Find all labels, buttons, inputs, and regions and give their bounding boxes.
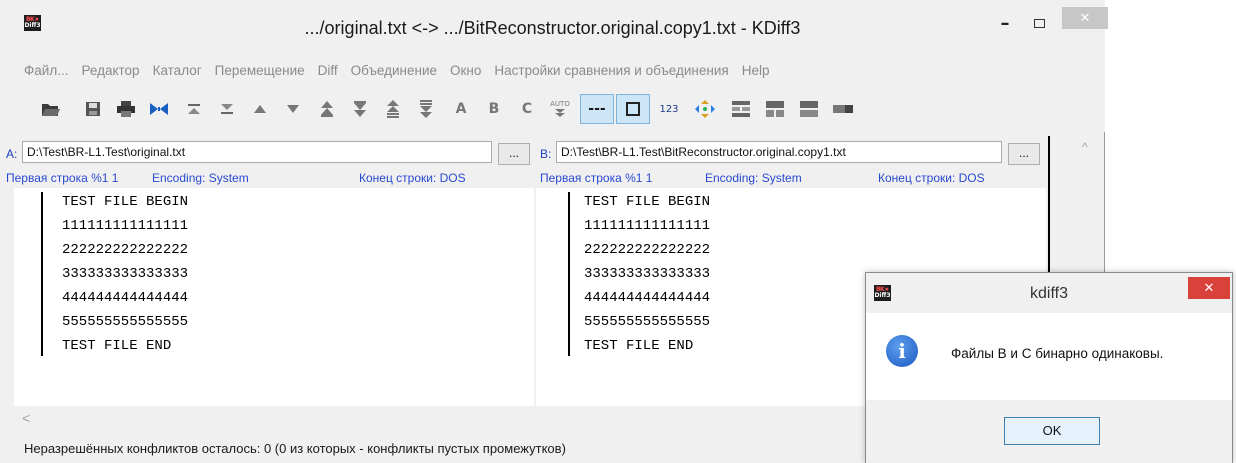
app-logo-icon: BK★ Diff3 [24, 15, 41, 31]
panel-b-line: 111111111111111 [584, 218, 711, 234]
menu-diff[interactable]: Diff [318, 63, 338, 78]
open-folder-icon[interactable] [38, 96, 64, 122]
dialog-title-bar[interactable]: BK★ Diff3 kdiff3 ✕ [866, 273, 1232, 313]
menu-movement[interactable]: Перемещение [215, 63, 305, 78]
line-numbers-icon[interactable]: 123 [656, 96, 682, 122]
panel-b-path-input[interactable]: D:\Test\BR-L1.Test\BitReconstructor.orig… [556, 141, 1002, 163]
bowtie-icon[interactable] [146, 96, 172, 122]
panel-b-encoding: Encoding: System [705, 171, 802, 185]
go-top-icon[interactable] [181, 96, 207, 122]
dialog-close-button[interactable]: ✕ [1188, 277, 1230, 299]
menu-edit[interactable]: Редактор [81, 63, 139, 78]
panel-a-line-end: Конец строки: DOS [359, 171, 466, 185]
print-icon[interactable] [113, 96, 139, 122]
panel-a-line: TEST FILE END [62, 338, 172, 354]
prev-unsolved-icon[interactable] [380, 96, 406, 122]
panel-a-line: TEST FILE BEGIN [62, 194, 189, 210]
panel-a-line: 444444444444444 [62, 290, 189, 306]
split-icon-3[interactable] [796, 96, 822, 122]
panel-a: A: D:\Test\BR-L1.Test\original.txt ... П… [6, 136, 534, 406]
prev-delta-icon[interactable] [247, 96, 273, 122]
panel-b-line-end: Конец строки: DOS [878, 171, 985, 185]
title-bar[interactable]: BK★ Diff3 .../original.txt <-> .../BitRe… [0, 0, 1108, 56]
panel-b-info-bar: Первая строка %1 1 Encoding: System Коне… [536, 168, 1046, 188]
menu-window[interactable]: Окно [450, 63, 481, 78]
panel-b-label: B: [540, 147, 552, 161]
panel-a-line: 111111111111111 [62, 218, 189, 234]
split-icon-1[interactable] [728, 96, 754, 122]
dialog-message: Файлы B и C бинарно одинаковы. [951, 346, 1164, 361]
info-dialog: BK★ Diff3 kdiff3 ✕ i Файлы B и C бинарно… [865, 272, 1233, 463]
panel-b-right-divider [1048, 136, 1050, 286]
next-delta-icon[interactable] [280, 96, 306, 122]
scroll-left-arrow-icon[interactable]: < [22, 410, 30, 426]
panel-a-line: 222222222222222 [62, 242, 189, 258]
panel-a-label: A: [6, 147, 18, 161]
panel-a-line: 555555555555555 [62, 314, 189, 330]
panel-b-gutter [568, 192, 570, 356]
next-conflict-icon[interactable] [347, 96, 373, 122]
dialog-title: kdiff3 [1030, 285, 1068, 302]
auto-label: AUTO [550, 100, 570, 108]
panel-b-line: 444444444444444 [584, 290, 711, 306]
window-title: .../original.txt <-> .../BitReconstructo… [304, 18, 801, 38]
save-icon[interactable] [80, 96, 106, 122]
menu-help[interactable]: Help [742, 63, 770, 78]
panel-a-path-input[interactable]: D:\Test\BR-L1.Test\original.txt [22, 141, 492, 163]
desktop: BK★ Diff3 .../original.txt <-> .../BitRe… [0, 0, 1236, 463]
split-icon-2[interactable] [762, 96, 788, 122]
minimize-button[interactable]: – [990, 8, 1020, 38]
panel-b-first-line: Первая строка %1 1 [540, 171, 653, 185]
prev-conflict-icon[interactable] [314, 96, 340, 122]
maximize-button[interactable] [1024, 8, 1054, 38]
panel-a-line: 333333333333333 [62, 266, 189, 282]
menu-settings[interactable]: Настройки сравнения и объединения [494, 63, 728, 78]
close-button[interactable]: ✕ [1062, 7, 1108, 29]
info-icon: i [886, 335, 918, 367]
ok-button[interactable]: OK [1004, 417, 1100, 445]
menu-file[interactable]: Файл... [24, 63, 68, 78]
maximize-icon [1033, 18, 1045, 28]
status-bar-text: Неразрешённых конфликтов осталось: 0 (0 … [24, 441, 566, 456]
square-glyph [626, 102, 640, 116]
panel-a-path-bar: A: D:\Test\BR-L1.Test\original.txt ... [6, 136, 534, 168]
panel-a-info-bar: Первая строка %1 1 Encoding: System Коне… [6, 168, 534, 188]
go-bottom-icon[interactable] [214, 96, 240, 122]
panel-b-path-bar: B: D:\Test\BR-L1.Test\BitReconstructor.o… [536, 136, 1046, 168]
auto-advance-icon[interactable]: AUTO [547, 96, 573, 122]
panel-b-line: TEST FILE BEGIN [584, 194, 711, 210]
panel-b-line: 333333333333333 [584, 266, 711, 282]
select-b-icon[interactable]: B [481, 96, 507, 122]
menu-merge[interactable]: Объединение [351, 63, 437, 78]
toolbar: A B C AUTO --- 123 [0, 84, 1105, 132]
panel-a-browse-button[interactable]: ... [498, 143, 530, 165]
dialog-footer: OK [866, 400, 1232, 463]
panel-b-line: TEST FILE END [584, 338, 694, 354]
panel-a-first-line: Первая строка %1 1 [6, 171, 119, 185]
panel-b-line: 555555555555555 [584, 314, 711, 330]
panel-b-browse-button[interactable]: ... [1008, 143, 1040, 165]
split-icon-4[interactable] [830, 96, 856, 122]
menu-bar: Файл... Редактор Каталог Перемещение Dif… [0, 56, 1105, 84]
select-c-icon[interactable]: C [514, 96, 540, 122]
panel-b-line: 222222222222222 [584, 242, 711, 258]
panel-a-gutter [41, 192, 43, 356]
panel-a-text-area[interactable]: TEST FILE BEGIN 111111111111111 22222222… [14, 188, 534, 406]
show-linenumbers-icon[interactable] [616, 94, 650, 124]
select-a-icon[interactable]: A [448, 96, 474, 122]
merge-icon[interactable] [692, 96, 718, 122]
panel-a-encoding: Encoding: System [152, 171, 249, 185]
next-unsolved-icon[interactable] [413, 96, 439, 122]
show-whitespace-icon[interactable]: --- [580, 94, 614, 124]
logo-bottom-text: Diff3 [24, 22, 41, 29]
scroll-up-arrow-icon[interactable]: ^ [1082, 140, 1088, 154]
menu-directory[interactable]: Каталог [153, 63, 202, 78]
